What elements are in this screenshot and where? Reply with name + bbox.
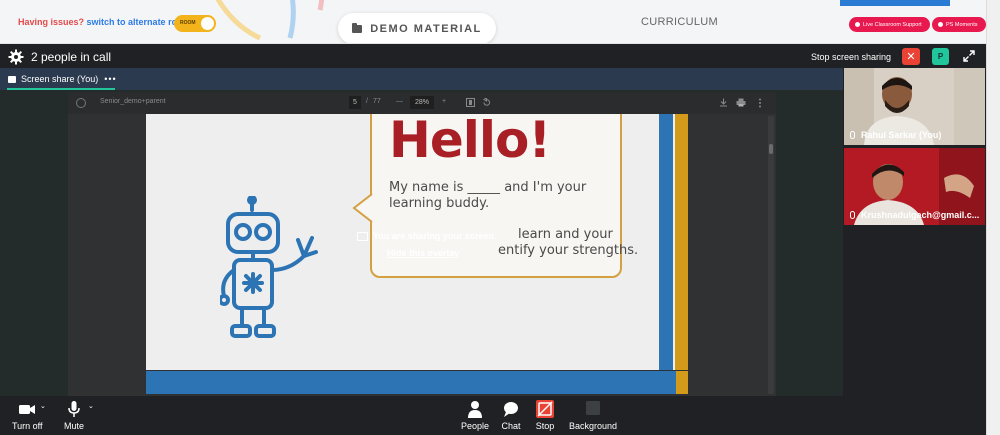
rotate-icon[interactable] <box>482 98 491 107</box>
tab-screen-share-label: Screen share (You) <box>21 74 99 84</box>
sharing-overlay-title: You are sharing your screen <box>373 231 494 241</box>
chat-bubble-icon <box>504 402 518 417</box>
room-toggle[interactable]: ROOM <box>174 15 216 32</box>
page-separator: / <box>366 98 368 105</box>
slide-text-fragment-a: learn and your <box>518 227 613 242</box>
pdf-toolbar: Senior_demo+parent 5 / 77 — 28% + <box>68 92 776 114</box>
participant-name: Rahul Sarkar (You) <box>861 130 942 140</box>
person-icon <box>468 401 483 418</box>
expand-icon[interactable] <box>962 49 976 63</box>
page-total: 77 <box>373 98 381 105</box>
page-scrollbar[interactable] <box>986 0 1000 435</box>
app-window: Having issues? switch to alternate room … <box>0 0 1000 435</box>
moments-icon <box>938 22 943 27</box>
issue-text: Having issues? <box>18 17 85 27</box>
slide-heading: Hello! <box>389 114 551 169</box>
page-stripe-gold <box>675 114 688 370</box>
robot-illustration <box>220 196 318 338</box>
background-effects-icon <box>586 401 601 415</box>
people-in-call-count: 2 people in call <box>31 50 112 64</box>
classroom-tab-strip <box>840 0 950 6</box>
screen-share-icon <box>357 231 368 241</box>
camera-toggle-button[interactable]: Turn off <box>12 400 43 431</box>
kebab-menu-icon[interactable] <box>758 98 762 108</box>
chevron-down-icon[interactable]: ⌄ <box>40 402 46 410</box>
pdf-scrollbar[interactable] <box>768 116 774 394</box>
video-camera-icon <box>19 405 36 414</box>
download-icon[interactable] <box>719 98 728 107</box>
room-toggle-label: ROOM <box>180 20 196 26</box>
live-support-label: Live Classroom Support <box>863 21 922 28</box>
microphone-icon <box>68 401 80 417</box>
live-support-button[interactable]: Live Classroom Support <box>849 17 930 32</box>
gear-icon[interactable] <box>8 49 24 65</box>
participant-name: Krushnadulgach@gmail.c... <box>861 210 980 220</box>
folder-icon <box>352 22 363 33</box>
background-label: Background <box>569 421 618 431</box>
zoom-level[interactable]: 28% <box>410 96 434 109</box>
stop-share-button[interactable]: Stop <box>535 400 555 431</box>
call-controls-bar: Turn off ⌄ Mute ⌄ People Chat Stop Backg… <box>0 396 986 435</box>
shared-screen-view: Senior_demo+parent 5 / 77 — 28% + Hello!… <box>0 90 843 396</box>
people-button[interactable]: People <box>461 400 489 431</box>
more-options-icon[interactable]: ••• <box>104 74 116 84</box>
camera-toggle-label: Turn off <box>12 421 43 431</box>
stop-share-label: Stop <box>535 421 555 431</box>
tab-screen-share[interactable]: Screen share (You) ••• <box>8 68 117 90</box>
ps-moments-button[interactable]: PS Moments <box>932 17 986 32</box>
slide-text-fragment-b: entify your strengths. <box>498 243 639 258</box>
page-number-input[interactable]: 5 <box>349 96 361 109</box>
hide-overlay-link[interactable]: Hide this overlay <box>387 248 459 258</box>
chevron-down-icon[interactable]: ⌄ <box>88 402 94 410</box>
stop-screen-sharing-link[interactable]: Stop screen sharing <box>811 52 891 62</box>
mute-button[interactable]: Mute <box>64 400 84 431</box>
stop-sharing-close-button[interactable]: ✕ <box>902 48 920 65</box>
slide-intro-text: My name is _____ and I'm your learning b… <box>389 180 587 211</box>
participant-label: Rahul Sarkar (You) <box>850 130 941 140</box>
classroom-header: Having issues? switch to alternate room … <box>0 0 1000 44</box>
pdf-page: Hello! My name is _____ and I'm your lea… <box>146 114 688 370</box>
pdf-scroll-thumb[interactable] <box>769 144 773 154</box>
pdf-file-name: Senior_demo+parent <box>100 98 166 105</box>
support-icon <box>855 22 860 27</box>
background-button[interactable]: Background <box>569 400 617 431</box>
demo-material-button[interactable]: DEMO MATERIAL <box>338 13 496 43</box>
video-call-panel: 2 people in call Stop screen sharing ✕ P… <box>0 44 986 435</box>
page-stripe-blue <box>659 114 673 370</box>
curriculum-tab[interactable]: CURRICULUM <box>641 16 718 28</box>
call-top-bar: 2 people in call Stop screen sharing ✕ P <box>0 44 986 68</box>
fit-page-icon[interactable] <box>466 98 475 107</box>
chat-button[interactable]: Chat <box>501 400 521 431</box>
toggle-knob <box>201 17 214 30</box>
mic-icon <box>850 211 855 219</box>
chat-label: Chat <box>501 421 521 431</box>
issue-notice: Having issues? switch to alternate room <box>18 17 191 27</box>
bubble-tail <box>352 194 373 222</box>
print-icon[interactable] <box>736 98 746 107</box>
screen-share-stage: Screen share (You) ••• Senior_demo+paren… <box>0 68 843 396</box>
zoom-out-button[interactable]: — <box>396 98 403 105</box>
next-page-gold-edge <box>676 371 688 394</box>
pdf-next-page-edge <box>146 371 688 394</box>
participant-label: Krushnadulgach@gmail.c... <box>850 210 979 220</box>
people-label: People <box>461 421 490 431</box>
demo-material-label: DEMO MATERIAL <box>370 22 482 35</box>
mute-label: Mute <box>64 421 85 431</box>
participants-sidebar: Rahul Sarkar (You) Krushnadulgach@gmail.… <box>843 68 986 396</box>
sharing-overlay: You are sharing your screen <box>357 231 494 241</box>
participant-avatar-button[interactable]: P <box>932 48 949 65</box>
zoom-in-button[interactable]: + <box>442 98 446 105</box>
participant-tile-krushna[interactable]: Krushnadulgach@gmail.c... <box>844 148 985 225</box>
stop-share-icon <box>536 400 554 418</box>
share-tab-bar: Screen share (You) ••• <box>0 68 843 90</box>
participant-tile-rahul[interactable]: Rahul Sarkar (You) <box>844 68 985 145</box>
menu-icon[interactable] <box>76 98 86 108</box>
monitor-icon <box>8 75 16 83</box>
mic-icon <box>850 131 855 139</box>
ps-moments-label: PS Moments <box>946 21 978 28</box>
